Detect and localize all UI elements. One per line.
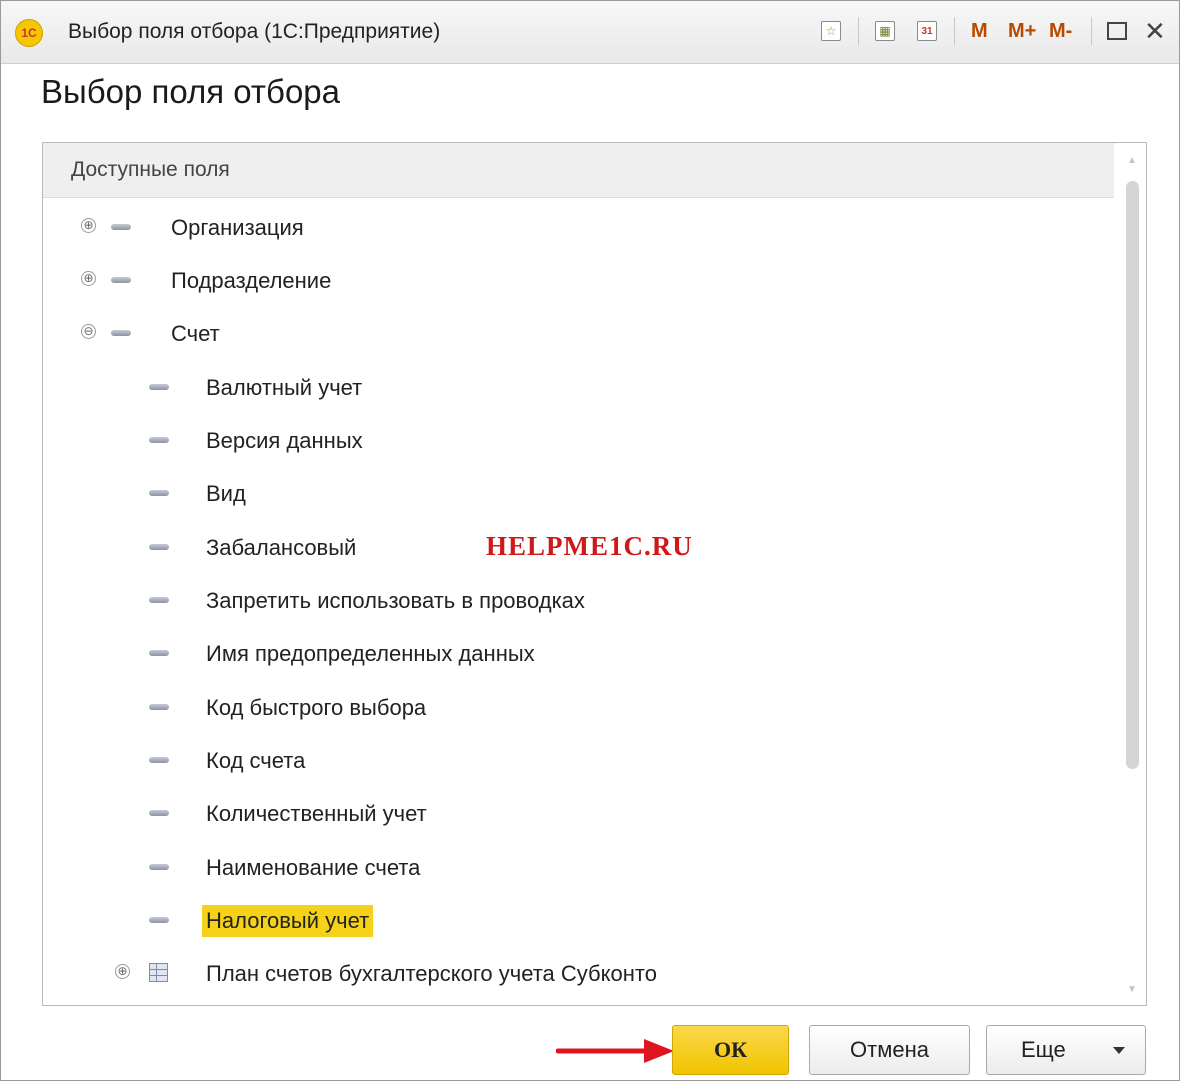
tree-row-data-version[interactable]: Версия данных [43, 416, 1114, 466]
memory-m-button[interactable]: M [971, 15, 988, 47]
tree-row-currency-accounting[interactable]: Валютный учет [43, 363, 1114, 413]
tree-item-label: Количественный учет [206, 801, 427, 826]
tree-row-forbid-in-entries[interactable]: Запретить использовать в проводках [43, 576, 1114, 626]
tree-row-organization[interactable]: ⊕ Организация [43, 203, 1114, 253]
memory-minus-button[interactable]: M- [1049, 15, 1072, 47]
maximize-button[interactable] [1107, 15, 1127, 47]
field-icon [111, 224, 131, 230]
cancel-button[interactable]: Отмена [809, 1025, 970, 1075]
page-title: Выбор поля отбора [41, 73, 340, 110]
field-icon [149, 757, 169, 763]
toolbar-separator [858, 17, 859, 45]
tree-row-account-code[interactable]: Код счета [43, 736, 1114, 786]
field-icon [149, 704, 169, 710]
tree-row-division[interactable]: ⊕ Подразделение [43, 256, 1114, 306]
tree-row-predefined-name[interactable]: Имя предопределенных данных [43, 629, 1114, 679]
field-icon [111, 277, 131, 283]
tree-item-label: Вид [206, 481, 246, 506]
field-icon [149, 597, 169, 603]
tree-item-label: Валютный учет [206, 375, 363, 400]
tree-item-label: Счет [171, 321, 220, 346]
field-icon [149, 544, 169, 550]
calculator-icon[interactable]: ▦ [875, 15, 895, 47]
tree-header: Доступные поля [43, 143, 1114, 198]
more-button-label: Еще [1021, 1037, 1066, 1062]
toolbar-separator [1091, 17, 1092, 45]
tree-item-label: Имя предопределенных данных [206, 641, 535, 666]
tree-row-account-name[interactable]: Наименование счета [43, 843, 1114, 893]
chevron-down-icon [1113, 1047, 1125, 1054]
tree-item-label: Подразделение [171, 268, 332, 293]
tree-row-quick-select-code[interactable]: Код быстрого выбора [43, 683, 1114, 733]
tree-item-label: Код быстрого выбора [206, 695, 427, 720]
scroll-thumb[interactable] [1126, 181, 1139, 769]
calendar-day: 31 [917, 21, 937, 41]
watermark: HELPME1C.RU [486, 531, 693, 561]
field-icon [149, 810, 169, 816]
close-button[interactable]: ✕ [1144, 15, 1166, 47]
field-icon [149, 490, 169, 496]
field-icon [149, 384, 169, 390]
table-icon [149, 963, 168, 982]
fields-tree[interactable]: Доступные поля ⊕ Организация ⊕ Подраздел… [42, 142, 1147, 1006]
scroll-up-icon[interactable]: ▲ [1127, 155, 1137, 166]
collapse-icon[interactable]: ⊖ [81, 324, 96, 339]
more-button[interactable]: Еще [986, 1025, 1146, 1075]
dialog-window: 1С Выбор поля отбора (1С:Предприятие) ☆ … [0, 0, 1180, 1081]
tree-item-label: Запретить использовать в проводках [206, 588, 585, 613]
vertical-scrollbar[interactable]: ▲ ▼ [1121, 143, 1145, 1005]
tree-row-tax-accounting[interactable]: Налоговый учет [43, 896, 1114, 946]
tree-item-label: Наименование счета [206, 855, 421, 880]
tree-item-label: Забалансовый [206, 535, 357, 560]
tree-row-quantity-accounting[interactable]: Количественный учет [43, 789, 1114, 839]
field-icon [149, 650, 169, 656]
tree-item-label: План счетов бухгалтерского учета Субконт… [206, 961, 657, 986]
star-icon[interactable]: ☆ [821, 15, 841, 47]
close-icon: ✕ [1144, 15, 1166, 46]
calendar-icon[interactable]: 31 [917, 15, 937, 47]
maximize-icon [1107, 22, 1127, 40]
field-icon [111, 330, 131, 336]
red-arrow-icon [556, 1039, 674, 1063]
field-icon [149, 864, 169, 870]
window-title: Выбор поля отбора (1С:Предприятие) [68, 20, 441, 43]
tree-row-subconto-chart[interactable]: ⊕ План счетов бухгалтерского учета Субко… [43, 949, 1114, 999]
ok-button[interactable]: ОК [672, 1025, 789, 1075]
expand-icon[interactable]: ⊕ [81, 271, 96, 286]
field-icon [149, 917, 169, 923]
tree-header-label: Доступные поля [71, 158, 230, 181]
expand-icon[interactable]: ⊕ [115, 964, 130, 979]
tree-row-kind[interactable]: Вид [43, 469, 1114, 519]
toolbar-separator [954, 17, 955, 45]
tree-row-account[interactable]: ⊖ Счет [43, 309, 1114, 359]
expand-icon[interactable]: ⊕ [81, 218, 96, 233]
title-bar: 1С Выбор поля отбора (1С:Предприятие) ☆ … [1, 1, 1179, 64]
field-icon [149, 437, 169, 443]
tree-item-label-selected: Налоговый учет [202, 905, 374, 937]
scroll-down-icon[interactable]: ▼ [1127, 984, 1137, 995]
memory-plus-button[interactable]: M+ [1008, 15, 1036, 47]
tree-item-label: Организация [171, 215, 304, 240]
app-logo-icon: 1С [15, 19, 43, 47]
tree-item-label: Версия данных [206, 428, 363, 453]
tree-item-label: Код счета [206, 748, 306, 773]
